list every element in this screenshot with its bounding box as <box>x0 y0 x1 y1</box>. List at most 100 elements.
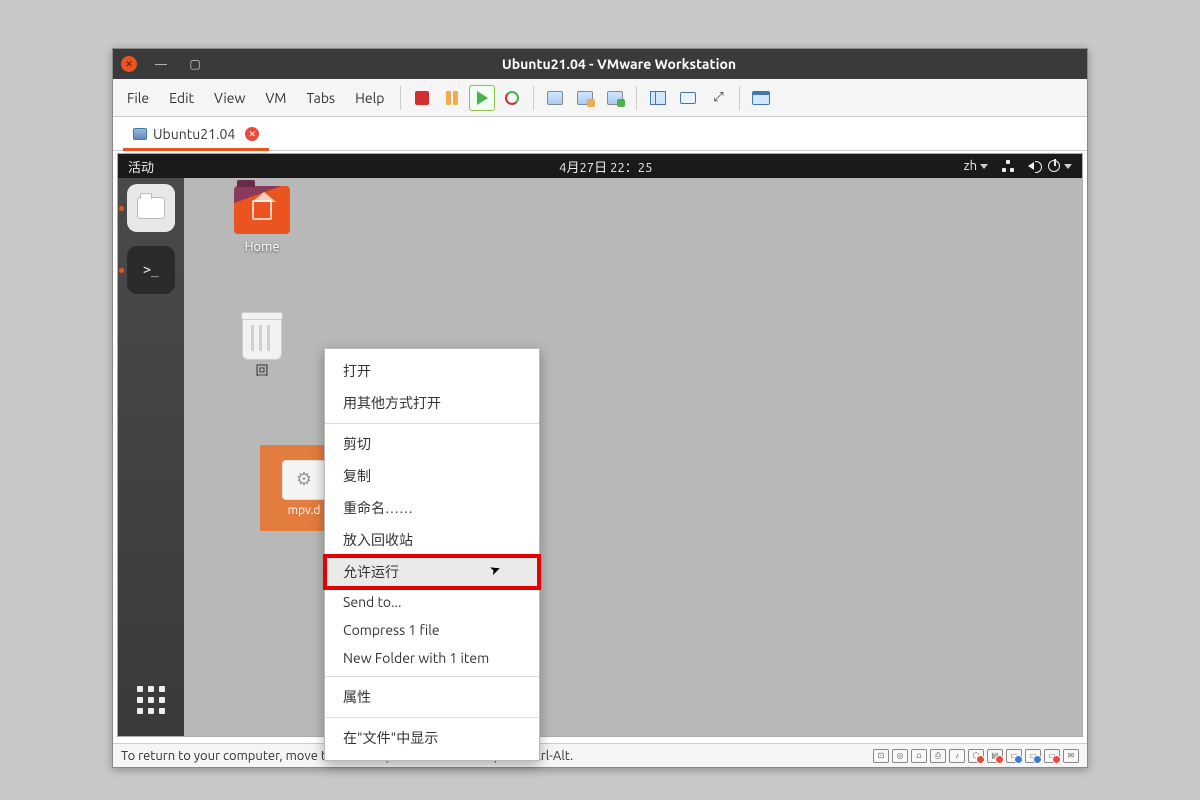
cursor-icon: ➤ <box>488 562 503 580</box>
tray-usb-icon[interactable]: ⬡ <box>968 749 984 763</box>
tray-sound-icon[interactable]: ♪ <box>949 749 965 763</box>
vmware-window: — ▢ Ubuntu21.04 - VMware Workstation Fil… <box>112 48 1088 768</box>
menu-help[interactable]: Help <box>347 86 392 110</box>
tray-display-icon[interactable]: ▭ <box>1006 749 1022 763</box>
stop-icon <box>415 91 429 105</box>
guest-display: 活动 4月27日 22：25 zh >_ <box>117 153 1083 737</box>
pause-icon <box>446 91 458 105</box>
trash-icon <box>242 316 282 360</box>
dock-show-apps[interactable] <box>127 676 175 724</box>
menu-file[interactable]: File <box>119 86 157 110</box>
snapshot-revert-icon <box>577 91 593 105</box>
tray-printer-icon[interactable]: ⎙ <box>930 749 946 763</box>
snapshot-revert-button[interactable] <box>572 85 598 111</box>
ctx-allow-run[interactable]: 允许运行 ➤ <box>325 556 539 588</box>
ctx-send-to[interactable]: Send to... <box>325 588 539 616</box>
ctx-rename[interactable]: 重命名…… <box>325 492 539 524</box>
terminal-icon: >_ <box>143 263 159 278</box>
tab-label: Ubuntu21.04 <box>153 126 235 142</box>
ctx-show-in-files[interactable]: 在"文件"中显示 <box>325 722 539 754</box>
view-console-button[interactable] <box>675 85 701 111</box>
window-title: Ubuntu21.04 - VMware Workstation <box>159 56 1079 72</box>
restart-button[interactable] <box>499 85 525 111</box>
menu-edit[interactable]: Edit <box>161 86 202 110</box>
tab-ubuntu[interactable]: Ubuntu21.04 ✕ <box>123 120 269 151</box>
ctx-copy[interactable]: 复制 <box>325 460 539 492</box>
ubuntu-desktop-area: >_ Home 回 ⚙ mpv.d <box>118 178 1082 736</box>
tab-close-button[interactable]: ✕ <box>245 127 259 141</box>
window-icon <box>752 91 770 105</box>
context-menu: 打开 用其他方式打开 剪切 复制 重命名…… 放入回收站 允许运行 ➤ Send… <box>324 348 540 761</box>
titlebar: — ▢ Ubuntu21.04 - VMware Workstation <box>113 49 1087 79</box>
device-tray: ⊡ ◎ ⩍ ⎙ ♪ ⬡ ▤ ▭ ▭ ▭ ✉ <box>873 749 1079 763</box>
menu-vm[interactable]: VM <box>257 86 294 110</box>
icon-label: 回 <box>222 360 302 379</box>
separator <box>325 423 539 424</box>
tray-floppy-icon[interactable]: ▤ <box>987 749 1003 763</box>
folder-icon <box>137 197 165 219</box>
tray-device-icon[interactable]: ▭ <box>1044 749 1060 763</box>
vm-icon <box>133 128 147 140</box>
tray-cd-icon[interactable]: ◎ <box>892 749 908 763</box>
file-icon: ⚙ <box>282 460 326 500</box>
ctx-compress[interactable]: Compress 1 file <box>325 616 539 644</box>
dock: >_ <box>118 178 184 736</box>
chevron-down-icon <box>1064 164 1072 169</box>
power-off-button[interactable] <box>409 85 435 111</box>
desktop[interactable]: Home 回 ⚙ mpv.d 打开 用其他方式打开 剪切 复制 重命 <box>184 178 1082 736</box>
power-menu[interactable] <box>1048 160 1072 172</box>
desktop-trash[interactable]: 回 <box>222 316 302 379</box>
fullscreen-button[interactable]: ⤢ <box>705 85 731 111</box>
input-language-menu[interactable]: zh <box>964 159 988 173</box>
expand-icon: ⤢ <box>713 90 723 105</box>
menu-view[interactable]: View <box>206 86 253 110</box>
icon-label: Home <box>222 240 302 254</box>
topbar-datetime[interactable]: 4月27日 22：25 <box>248 157 964 176</box>
separator <box>739 86 740 110</box>
activities-button[interactable]: 活动 <box>128 157 248 176</box>
ctx-properties[interactable]: 属性 <box>325 681 539 713</box>
desktop-home-folder[interactable]: Home <box>222 186 302 254</box>
view-split-button[interactable] <box>645 85 671 111</box>
tabbar: Ubuntu21.04 ✕ <box>113 117 1087 151</box>
separator <box>636 86 637 110</box>
statusbar: To return to your computer, move the mou… <box>113 743 1087 767</box>
ctx-trash[interactable]: 放入回收站 <box>325 524 539 556</box>
power-icon <box>1048 160 1060 172</box>
menu-tabs[interactable]: Tabs <box>298 86 343 110</box>
ctx-open[interactable]: 打开 <box>325 355 539 387</box>
volume-icon[interactable] <box>1028 162 1034 170</box>
screen-icon <box>680 92 696 104</box>
unity-button[interactable] <box>748 85 774 111</box>
menubar: File Edit View VM Tabs Help ⤢ <box>113 79 1087 117</box>
split-icon <box>650 91 666 105</box>
ctx-open-with[interactable]: 用其他方式打开 <box>325 387 539 419</box>
icon-label: mpv.d <box>288 504 321 517</box>
snapshot-icon <box>547 91 563 105</box>
tray-message-icon[interactable]: ✉ <box>1063 749 1079 763</box>
separator <box>400 86 401 110</box>
window-close-button[interactable] <box>121 56 137 72</box>
home-folder-icon <box>234 186 290 234</box>
ubuntu-topbar: 活动 4月27日 22：25 zh <box>118 154 1082 178</box>
separator <box>325 676 539 677</box>
network-icon[interactable] <box>1002 160 1014 172</box>
ctx-new-folder[interactable]: New Folder with 1 item <box>325 644 539 672</box>
tray-network-icon[interactable]: ⩍ <box>911 749 927 763</box>
system-tray: zh <box>964 159 1072 173</box>
pause-button[interactable] <box>439 85 465 111</box>
dock-terminal[interactable]: >_ <box>127 246 175 294</box>
ctx-cut[interactable]: 剪切 <box>325 428 539 460</box>
play-button[interactable] <box>469 85 495 111</box>
separator <box>533 86 534 110</box>
snapshot-manager-button[interactable] <box>602 85 628 111</box>
running-indicator-icon <box>119 268 124 273</box>
snapshot-manager-icon <box>607 91 623 105</box>
tray-camera-icon[interactable]: ▭ <box>1025 749 1041 763</box>
dock-files[interactable] <box>127 184 175 232</box>
refresh-icon <box>505 91 519 105</box>
running-indicator-icon <box>119 206 124 211</box>
tray-harddisk-icon[interactable]: ⊡ <box>873 749 889 763</box>
chevron-down-icon <box>980 164 988 169</box>
snapshot-button[interactable] <box>542 85 568 111</box>
